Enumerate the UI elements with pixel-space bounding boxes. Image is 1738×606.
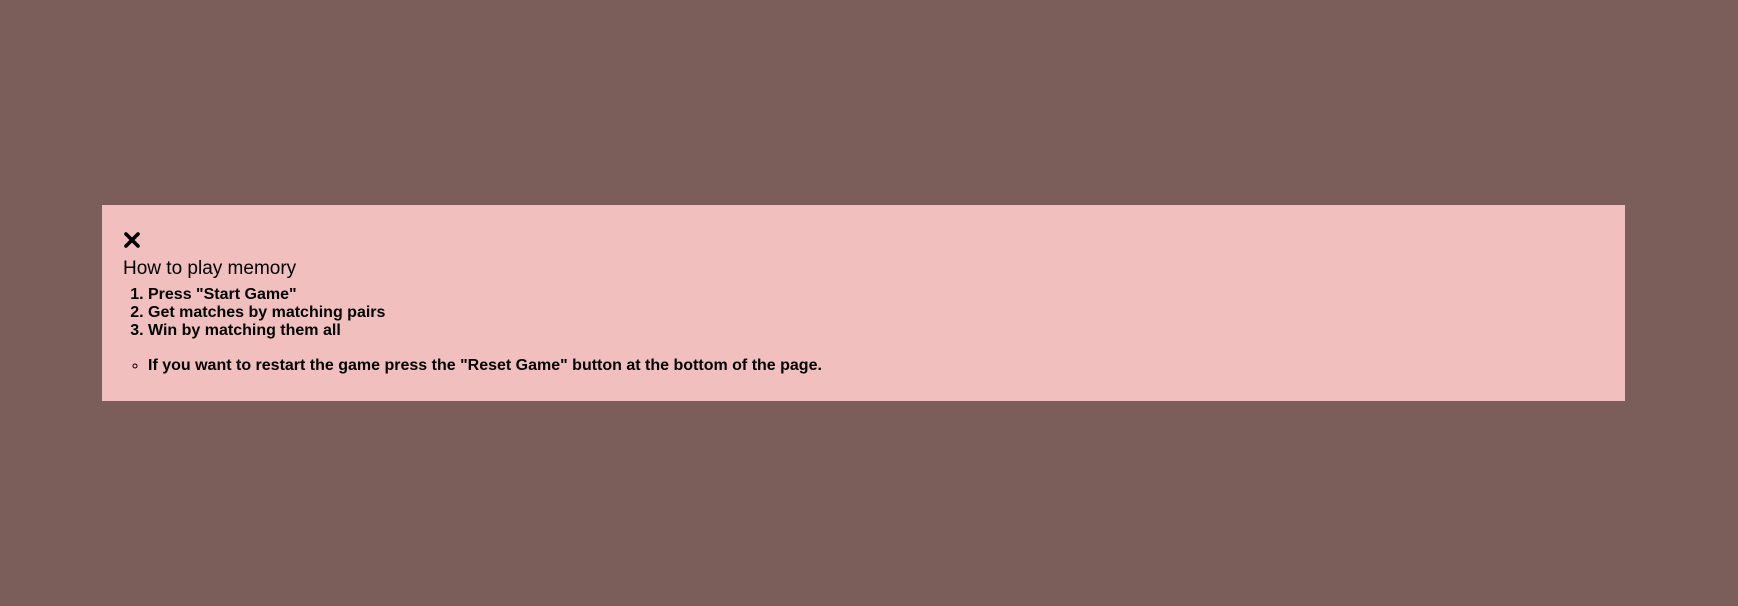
close-button[interactable] <box>123 231 141 249</box>
steps-list: Press "Start Game" Get matches by matchi… <box>123 286 1604 340</box>
note-item: If you want to restart the game press th… <box>148 357 1604 375</box>
step-item: Get matches by matching pairs <box>148 304 1604 322</box>
step-item: Win by matching them all <box>148 322 1604 340</box>
close-icon <box>124 232 140 248</box>
notes-list: If you want to restart the game press th… <box>123 357 1604 375</box>
modal-title: How to play memory <box>123 258 297 279</box>
step-item: Press "Start Game" <box>148 286 1604 304</box>
instructions-modal: How to play memory Press "Start Game" Ge… <box>102 205 1625 401</box>
